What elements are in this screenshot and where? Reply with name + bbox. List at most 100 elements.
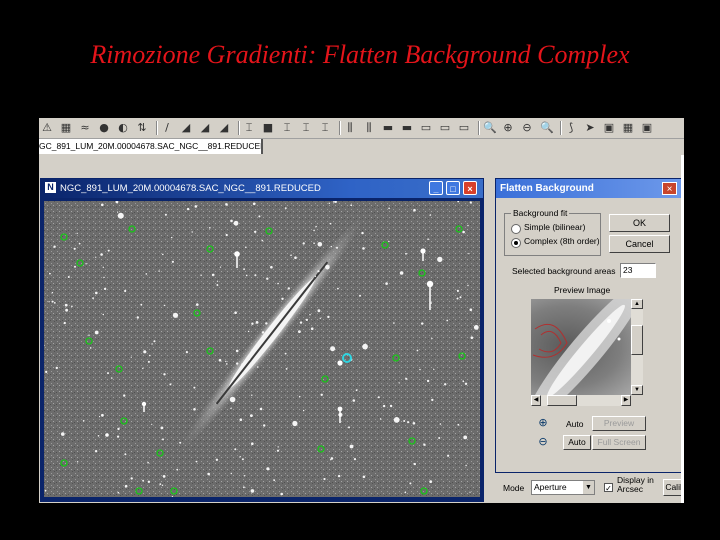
- sort-icon[interactable]: ⇅: [136, 121, 148, 134]
- scroll-left-icon[interactable]: ◀: [531, 395, 541, 406]
- zoom-in-icon[interactable]: ⊕: [535, 416, 551, 430]
- close-icon[interactable]: ×: [463, 181, 477, 195]
- star: [281, 297, 284, 300]
- zoom-icon[interactable]: 🔍: [483, 121, 497, 134]
- block-icon[interactable]: ▭: [420, 121, 432, 134]
- grid-icon[interactable]: ▦: [60, 121, 72, 134]
- bracket-icon[interactable]: ⌶: [281, 121, 293, 134]
- bar-icon[interactable]: ▬: [382, 121, 394, 134]
- star: [117, 212, 124, 219]
- star: [459, 296, 462, 299]
- cursor-icon[interactable]: ➤: [584, 121, 596, 134]
- hscroll-thumb[interactable]: [547, 395, 577, 406]
- star: [470, 336, 474, 339]
- star: [251, 322, 254, 325]
- block-icon[interactable]: ▭: [458, 121, 470, 134]
- bracket-icon[interactable]: ⌶: [300, 121, 312, 134]
- display-arcsec-checkbox[interactable]: ✓: [604, 483, 613, 493]
- preview-image[interactable]: [531, 299, 631, 395]
- grid-icon[interactable]: ▦: [622, 121, 634, 134]
- star: [456, 289, 459, 292]
- mode-select[interactable]: Aperture ▼: [531, 480, 595, 495]
- chevron-icon[interactable]: ≈: [79, 121, 91, 134]
- picture-icon[interactable]: ▣: [603, 121, 615, 134]
- image-window-titlebar[interactable]: N NGC_891_LUM_20M.00004678.SAC_NGC__891.…: [41, 179, 483, 198]
- star: [98, 416, 101, 418]
- file-selector[interactable]: GC_891_LUM_20M.00004678.SAC_NGC__891.RED…: [39, 139, 263, 154]
- file-name: GC_891_LUM_20M.00004678.SAC_NGC__891.RED…: [39, 141, 263, 151]
- maximize-icon[interactable]: □: [446, 181, 460, 195]
- square-icon[interactable]: ■: [262, 121, 274, 134]
- star: [147, 461, 149, 464]
- star: [94, 450, 98, 453]
- star: [467, 224, 469, 227]
- bracket-icon[interactable]: ⌶: [243, 121, 255, 134]
- triangle-warning-icon[interactable]: ⚠: [41, 121, 53, 134]
- star: [73, 247, 76, 250]
- star: [51, 300, 54, 303]
- star: [379, 418, 382, 420]
- mountain-icon[interactable]: ◢: [180, 121, 192, 134]
- pipette-icon[interactable]: ⟆: [565, 121, 577, 134]
- star: [317, 270, 320, 273]
- star: [329, 222, 332, 225]
- auto-button[interactable]: Auto: [563, 435, 591, 450]
- star: [230, 407, 232, 410]
- radio-complex[interactable]: [511, 238, 521, 248]
- image-window[interactable]: N NGC_891_LUM_20M.00004678.SAC_NGC__891.…: [40, 178, 484, 502]
- preview-hscrollbar[interactable]: ◀ ▶: [531, 395, 631, 406]
- block-icon[interactable]: ▭: [439, 121, 451, 134]
- align-icon[interactable]: ⫼: [363, 121, 375, 134]
- toolbar-separator: [339, 121, 341, 135]
- star: [123, 394, 126, 397]
- scroll-thumb[interactable]: [631, 325, 643, 355]
- star: [100, 253, 103, 256]
- scroll-right-icon[interactable]: ▶: [621, 395, 631, 406]
- star: [330, 346, 336, 352]
- bar-icon[interactable]: ▬: [401, 121, 413, 134]
- dialog-close-icon[interactable]: ×: [662, 182, 677, 195]
- star: [299, 395, 301, 398]
- star: [142, 479, 144, 482]
- globe-icon[interactable]: ◐: [117, 121, 129, 134]
- minimize-icon[interactable]: _: [429, 181, 443, 195]
- mdi-workspace: N NGC_891_LUM_20M.00004678.SAC_NGC__891.…: [39, 155, 684, 503]
- circle-icon[interactable]: ●: [98, 121, 110, 134]
- preview-vscrollbar[interactable]: ▲ ▼: [631, 299, 643, 395]
- dialog-titlebar[interactable]: Flatten Background ×: [496, 179, 682, 198]
- areas-value-field[interactable]: 23: [620, 263, 656, 278]
- star: [215, 458, 219, 461]
- preview-button[interactable]: Preview: [592, 416, 646, 431]
- mountain-icon[interactable]: ◢: [218, 121, 230, 134]
- star: [355, 389, 358, 392]
- ok-button[interactable]: OK: [609, 214, 670, 232]
- cancel-button[interactable]: Cancel: [609, 235, 670, 253]
- star: [234, 448, 237, 451]
- star: [285, 368, 288, 370]
- areas-label: Selected background areas: [512, 266, 616, 276]
- align-icon[interactable]: ⫼: [344, 121, 356, 134]
- star: [163, 304, 166, 307]
- chevron-down-icon[interactable]: ▼: [583, 481, 594, 494]
- zoom-in-icon[interactable]: ⊕: [502, 121, 514, 134]
- zoom-icon[interactable]: 🔍: [540, 121, 554, 134]
- zoom-out-icon[interactable]: ⊖: [535, 435, 551, 449]
- star: [162, 253, 164, 256]
- star: [277, 446, 279, 448]
- zoom-out-icon[interactable]: ⊖: [521, 121, 533, 134]
- mountain-icon[interactable]: ◢: [199, 121, 211, 134]
- star: [320, 393, 323, 396]
- picture-icon[interactable]: ▣: [641, 121, 653, 134]
- star: [65, 308, 68, 312]
- star: [388, 207, 390, 210]
- bracket-icon[interactable]: ⌶: [319, 121, 331, 134]
- scroll-down-icon[interactable]: ▼: [631, 385, 643, 395]
- slash-icon[interactable]: /: [161, 121, 173, 134]
- scroll-up-icon[interactable]: ▲: [631, 299, 643, 309]
- star: [107, 249, 110, 252]
- fullscreen-button[interactable]: Full Screen: [592, 435, 646, 450]
- astro-image[interactable]: [44, 201, 480, 497]
- radio-simple[interactable]: [511, 224, 521, 234]
- star: [447, 454, 450, 457]
- star: [195, 460, 198, 463]
